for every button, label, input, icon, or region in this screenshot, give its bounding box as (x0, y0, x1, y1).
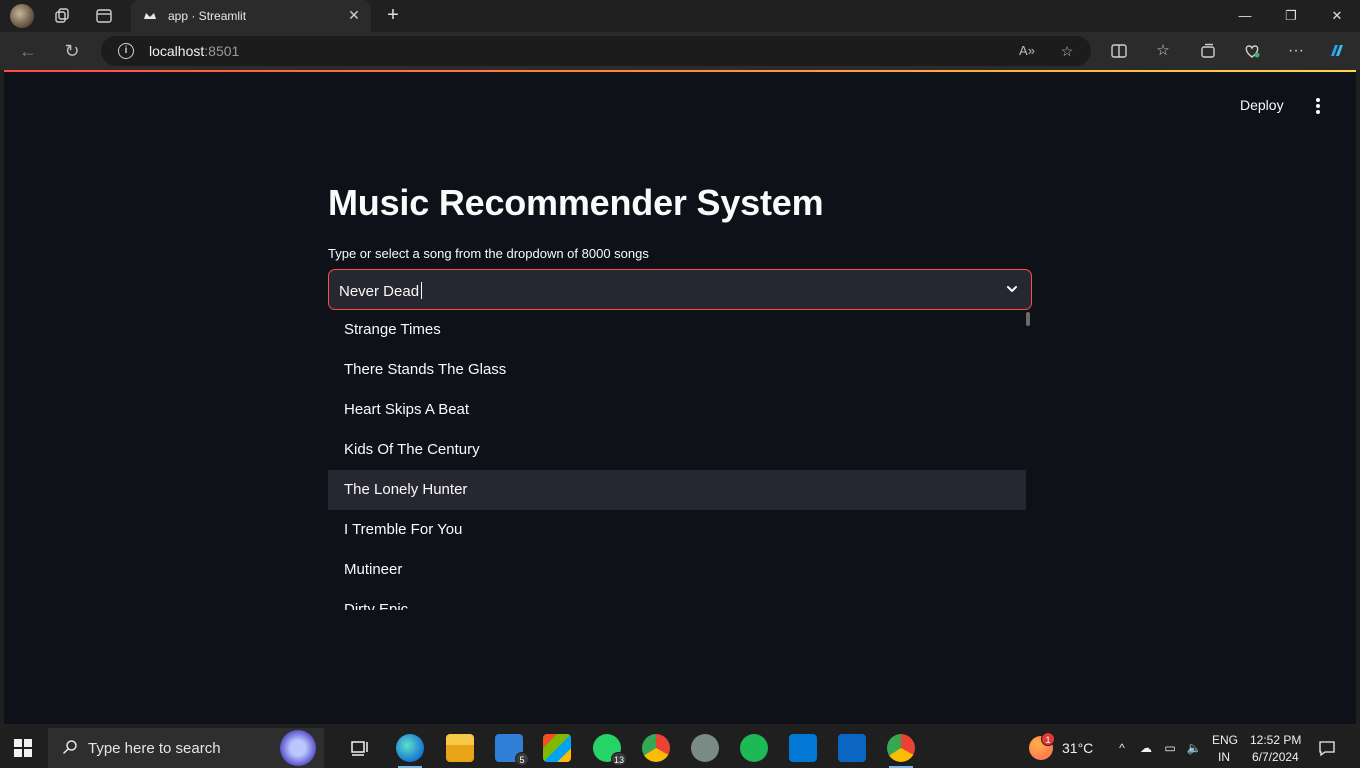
onedrive-cloud-icon[interactable]: ☁ (1138, 740, 1154, 756)
search-icon (62, 740, 77, 755)
search-highlight-icon[interactable] (280, 730, 316, 766)
select-label: Type or select a song from the dropdown … (328, 246, 649, 261)
vscode-app-icon[interactable] (789, 734, 817, 762)
tab-title: app · Streamlit (168, 9, 247, 23)
refresh-icon[interactable]: ↻ (62, 41, 82, 61)
list-item[interactable]: Heart Skips A Beat (328, 390, 1026, 430)
list-item-highlighted[interactable]: The Lonely Hunter (328, 470, 1026, 510)
read-aloud-icon[interactable]: A» (1018, 42, 1036, 60)
more-options-icon[interactable]: ··· (1286, 41, 1306, 61)
list-item[interactable]: Dirty Epic (328, 590, 1026, 610)
select-value: Never Dead (339, 282, 423, 300)
back-icon[interactable]: ← (18, 41, 38, 61)
windows-taskbar: Type here to search 5 13 1 31°C ^ ☁ ▭ 🔈 … (0, 728, 1360, 768)
song-select-input[interactable]: Never Dead (328, 269, 1032, 310)
chatgpt-app-icon[interactable] (691, 734, 719, 762)
close-tab-icon[interactable]: ✕ (347, 8, 361, 22)
deploy-button[interactable]: Deploy (1240, 97, 1284, 113)
language-indicator[interactable]: ENG (1212, 733, 1238, 747)
mail-app-icon[interactable]: 5 (495, 734, 529, 766)
weather-badge: 1 (1041, 732, 1055, 746)
split-screen-icon[interactable] (1109, 41, 1129, 61)
collections-icon[interactable] (1198, 41, 1218, 61)
spotify-app-icon[interactable] (740, 734, 768, 762)
windows-start-icon[interactable] (14, 739, 32, 757)
battery-icon[interactable]: ▭ (1162, 740, 1178, 756)
page-title: Music Recommender System (328, 182, 824, 223)
edge-app-icon[interactable] (396, 734, 424, 768)
profile-avatar[interactable] (10, 4, 34, 28)
workspaces-icon[interactable] (53, 7, 71, 25)
taskbar-search-box[interactable]: Type here to search (48, 728, 324, 768)
list-item[interactable]: Strange Times (328, 310, 1026, 350)
song-dropdown-list: Strange Times There Stands The Glass Hea… (328, 310, 1032, 610)
notifications-icon[interactable] (1318, 739, 1336, 757)
file-explorer-icon[interactable] (446, 734, 474, 762)
region-indicator[interactable]: IN (1218, 750, 1230, 764)
list-item[interactable]: I Tremble For You (328, 510, 1026, 550)
browser-toolbar: ← ↻ i localhost:8501 A» ☆ ☆ ··· (0, 32, 1360, 70)
tab-actions-icon[interactable] (95, 7, 113, 25)
clock-time[interactable]: 12:52 PM (1250, 733, 1301, 747)
list-item[interactable]: Mutineer (328, 550, 1026, 590)
volume-icon[interactable]: 🔈 (1186, 740, 1202, 756)
show-hidden-icons-icon[interactable]: ^ (1114, 740, 1130, 756)
main-menu-icon[interactable] (1310, 96, 1326, 116)
minimize-icon[interactable]: — (1237, 8, 1253, 24)
whatsapp-app-icon[interactable]: 13 (593, 734, 627, 766)
restore-icon[interactable]: ❐ (1283, 8, 1299, 24)
new-tab-button[interactable]: + (383, 5, 403, 26)
chevron-down-icon[interactable] (1005, 282, 1019, 296)
copilot-icon[interactable] (1327, 41, 1347, 61)
tab-streamlit-app[interactable]: app · Streamlit ✕ (131, 0, 371, 32)
url-text: localhost:8501 (149, 43, 240, 59)
address-bar[interactable]: i localhost:8501 A» ☆ (101, 36, 1091, 66)
chrome-profile-app-icon[interactable] (887, 734, 915, 768)
list-item[interactable]: Kids Of The Century (328, 430, 1026, 470)
streamlit-crown-icon (144, 13, 156, 19)
browser-essentials-icon[interactable] (1242, 41, 1262, 61)
search-placeholder: Type here to search (88, 740, 221, 757)
streamlit-app: Deploy Music Recommender System Type or … (4, 72, 1356, 724)
task-view-icon[interactable] (347, 734, 375, 762)
close-window-icon[interactable]: ✕ (1329, 8, 1345, 24)
browser-tab-strip: app · Streamlit ✕ + — ❐ ✕ (0, 0, 1360, 32)
mail-badge: 5 (515, 752, 529, 766)
site-info-icon[interactable]: i (118, 43, 134, 59)
temperature-text[interactable]: 31°C (1062, 740, 1093, 756)
whatsapp-badge: 13 (610, 752, 627, 766)
clock-date[interactable]: 6/7/2024 (1252, 750, 1299, 764)
weather-icon[interactable]: 1 (1029, 732, 1055, 760)
chrome-app-icon[interactable] (642, 734, 670, 762)
scrollbar-thumb[interactable] (1026, 312, 1030, 326)
favorites-icon[interactable]: ☆ (1153, 41, 1173, 61)
linkedin-app-icon[interactable] (838, 734, 866, 762)
list-item[interactable]: There Stands The Glass (328, 350, 1026, 390)
favorite-star-icon[interactable]: ☆ (1058, 42, 1076, 60)
store-app-icon[interactable] (543, 734, 571, 762)
dropdown-scrollbar[interactable] (1026, 310, 1032, 610)
